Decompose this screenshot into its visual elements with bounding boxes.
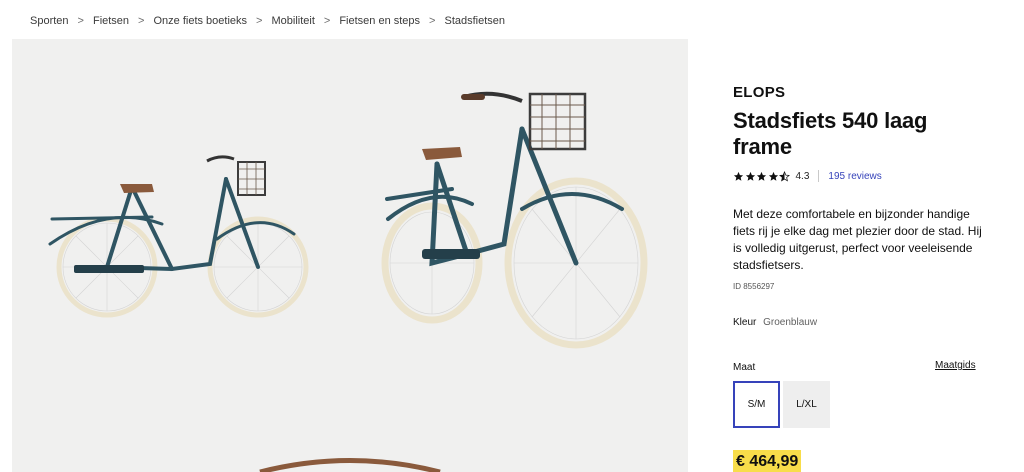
star-icon bbox=[733, 171, 744, 181]
star-icon bbox=[745, 171, 755, 181]
star-half-icon bbox=[779, 170, 790, 181]
breadcrumb-item-fietsen-en-steps[interactable]: Fietsen en steps bbox=[339, 15, 420, 27]
breadcrumb-item-fiets-boetieks[interactable]: Onze fiets boetieks bbox=[153, 15, 247, 27]
chevron-right-icon: > bbox=[77, 15, 84, 27]
product-images bbox=[48, 91, 648, 472]
chevron-right-icon: > bbox=[429, 15, 436, 27]
star-icon bbox=[756, 171, 767, 181]
breadcrumb-item-stadsfietsen[interactable]: Stadsfietsen bbox=[444, 15, 505, 27]
chevron-right-icon: > bbox=[138, 15, 145, 27]
rating-divider bbox=[818, 170, 820, 182]
size-label: Maat bbox=[733, 362, 756, 373]
breadcrumb-item-fietsen[interactable]: Fietsen bbox=[93, 15, 129, 27]
color-value: Groenblauw bbox=[763, 317, 818, 328]
product-id: ID 8556297 bbox=[733, 282, 775, 291]
size-option-lxl[interactable]: L/XL bbox=[783, 381, 830, 428]
rating-stars bbox=[733, 170, 791, 182]
breadcrumb-item-sporten[interactable]: Sporten bbox=[30, 15, 69, 27]
product-description: Met deze comfortabele en bijzonder handi… bbox=[733, 207, 982, 272]
product-rating: 4.3 195 reviews bbox=[733, 170, 882, 182]
product-title: Stadsfiets 540 laag frame bbox=[733, 108, 928, 159]
breadcrumb-item-mobiliteit[interactable]: Mobiliteit bbox=[271, 15, 314, 27]
product-price: € 464,99 bbox=[733, 450, 802, 472]
reviews-link[interactable]: 195 reviews bbox=[828, 171, 881, 182]
size-option-sm[interactable]: S/M bbox=[733, 381, 780, 428]
star-icon bbox=[768, 171, 778, 181]
color-label: Kleur bbox=[733, 317, 757, 328]
color-selector: Kleur Groenblauw bbox=[733, 317, 817, 328]
size-guide-link[interactable]: Maatgids bbox=[935, 360, 976, 371]
chevron-right-icon: > bbox=[256, 15, 263, 27]
bike-side-view-image[interactable] bbox=[48, 155, 309, 318]
chevron-right-icon: > bbox=[323, 15, 331, 27]
rating-value: 4.3 bbox=[795, 170, 810, 182]
product-gallery[interactable] bbox=[12, 39, 688, 472]
bike-angled-view-image[interactable] bbox=[381, 91, 648, 349]
breadcrumb: Sporten > Fietsen > Onze fiets boetieks … bbox=[30, 13, 505, 29]
brand-name[interactable]: ELOPS bbox=[733, 84, 785, 101]
